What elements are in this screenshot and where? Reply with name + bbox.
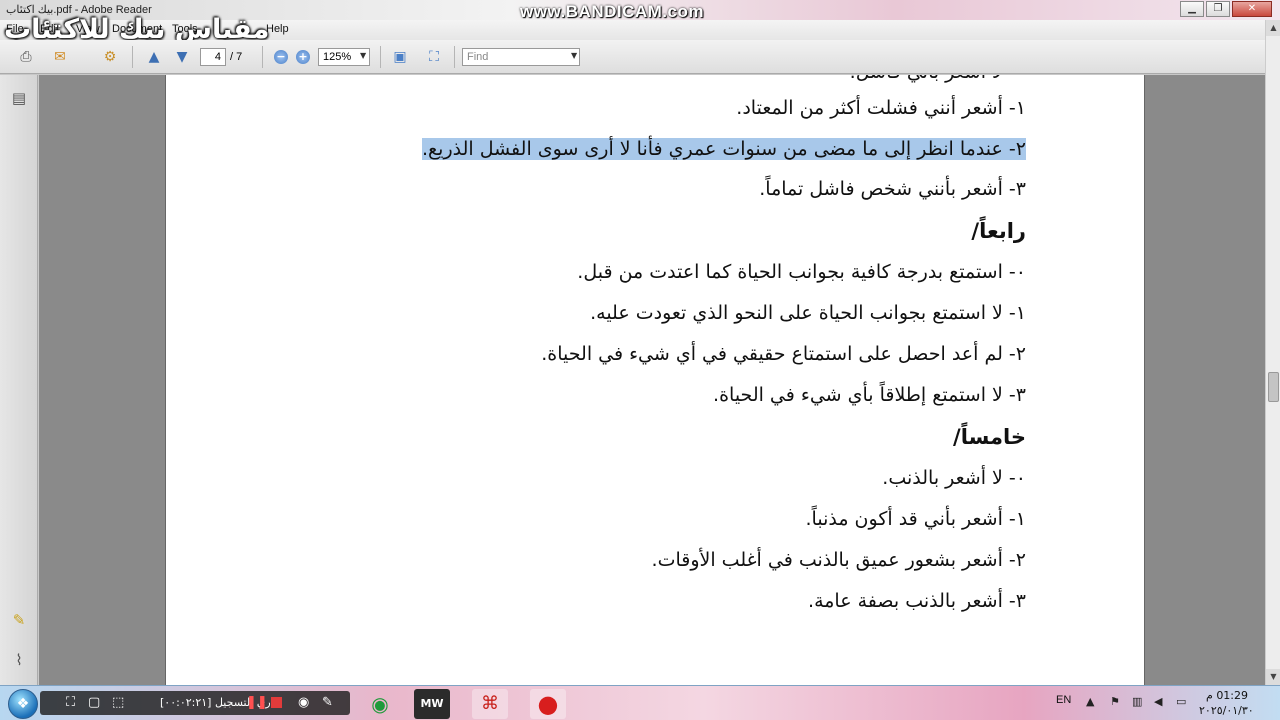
clock-time[interactable]: 01:29 م: [1206, 689, 1248, 702]
network-icon[interactable]: ▥: [1132, 695, 1142, 708]
pen-icon[interactable]: ✎: [322, 695, 333, 710]
list-item: ٣- لا استمتع إطلاقاً بأي شيء في الحياة.: [713, 384, 1026, 406]
custom-region-icon[interactable]: ⬚: [112, 695, 124, 710]
selected-text: ٢- عندما انظر إلى ما مضى من سنوات عمري ف…: [422, 138, 1026, 160]
find-input[interactable]: Find: [462, 48, 580, 66]
stop-icon[interactable]: [271, 697, 282, 708]
page-number-input[interactable]: 4: [200, 48, 226, 66]
print-icon[interactable]: ⎙: [16, 47, 36, 67]
highlighted-line: ٢- عندما انظر إلى ما مضى من سنوات عمري ف…: [422, 138, 1026, 160]
adobe-reader-icon[interactable]: ⌘: [472, 689, 508, 719]
next-page-icon[interactable]: ▼: [172, 47, 192, 67]
document-area[interactable]: ٠- لا أشعر بأني فاشل. ١- أشعر أنني فشلت …: [39, 75, 1265, 685]
comments-icon[interactable]: ✎: [10, 611, 28, 629]
page-total: / 7: [230, 51, 243, 63]
window-controls: ▁ ❐ ✕: [1180, 1, 1272, 17]
list-item: ٠- لا أشعر بأني فاشل.: [850, 75, 1026, 83]
section-heading: رابعاً/: [971, 219, 1026, 243]
tray-expand-icon[interactable]: ▲: [1086, 695, 1094, 708]
scroll-thumb[interactable]: [1268, 372, 1279, 402]
list-item: ٠- لا أشعر بالذنب.: [882, 467, 1026, 489]
flag-icon[interactable]: ⚑: [1110, 695, 1120, 708]
maximize-button[interactable]: ❐: [1206, 1, 1230, 17]
start-button[interactable]: ❖: [8, 689, 38, 719]
toolbar-separator: [380, 46, 381, 68]
list-item: ٠- استمتع بدرجة كافية بجوانب الحياة كما …: [577, 261, 1026, 283]
close-button[interactable]: ✕: [1232, 1, 1272, 17]
list-item: ٢- أشعر بشعور عميق بالذنب في أغلب الأوقا…: [651, 549, 1026, 571]
window-region-icon[interactable]: ▢: [88, 695, 100, 710]
clock-date[interactable]: ٢٠٢٥/٠١/٣٠: [1199, 704, 1254, 717]
full-screen-icon[interactable]: ⛶: [424, 47, 444, 67]
toolbar-separator: [262, 46, 263, 68]
mw-app-icon[interactable]: MW: [414, 689, 450, 719]
taskbar: ❖ ⛶ ▢ ⬚ جاري التسجيل [٠٠:٠٢:٢١] ❚❚ ◉ ✎ ◉…: [0, 685, 1280, 720]
fit-page-icon[interactable]: ▣: [390, 47, 410, 67]
recording-toolbar: ⛶ ▢ ⬚ جاري التسجيل [٠٠:٠٢:٢١] ❚❚ ◉ ✎: [40, 691, 350, 715]
list-item: ٣- أشعر بالذنب بصفة عامة.: [808, 590, 1026, 612]
pages-icon[interactable]: ▤: [10, 89, 28, 107]
scroll-up-icon[interactable]: ▲: [1266, 20, 1280, 36]
list-item: ٣- أشعر بأنني شخص فاشل تماماً.: [759, 178, 1026, 200]
camera-icon[interactable]: ◉: [298, 695, 309, 710]
chevron-down-icon[interactable]: ▼: [360, 51, 366, 60]
list-item: ٢- لم أعد احصل على استمتاع حقيقي في أي ش…: [541, 343, 1026, 365]
previous-page-icon[interactable]: ▲: [144, 47, 164, 67]
vertical-scrollbar[interactable]: ▲ ▼: [1265, 20, 1280, 685]
bandicam-watermark: www.BANDICAM.com: [520, 2, 704, 21]
pdf-page: ٠- لا أشعر بأني فاشل. ١- أشعر أنني فشلت …: [165, 75, 1145, 685]
toolbar-separator: [454, 46, 455, 68]
list-item: ١- لا استمتع بجوانب الحياة على النحو الذ…: [590, 302, 1026, 324]
language-indicator[interactable]: EN: [1056, 694, 1071, 706]
pause-icon[interactable]: ❚❚: [246, 695, 268, 710]
minimize-button[interactable]: ▁: [1180, 1, 1204, 17]
toolbar-separator: [132, 46, 133, 68]
share-icon[interactable]: ✉: [50, 47, 70, 67]
zoom-out-icon[interactable]: −: [274, 50, 288, 64]
fullscreen-region-icon[interactable]: ⛶: [66, 695, 75, 710]
navigation-pane: ▤ ✎ ⌇: [0, 75, 38, 685]
scroll-down-icon[interactable]: ▼: [1266, 669, 1280, 685]
collaborate-icon[interactable]: ⚙: [100, 47, 120, 67]
list-item: ١- أشعر أنني فشلت أكثر من المعتاد.: [736, 97, 1026, 119]
volume-icon[interactable]: ◀: [1154, 695, 1162, 708]
section-heading: خامساً/: [953, 425, 1026, 449]
zoom-in-icon[interactable]: +: [296, 50, 310, 64]
attachments-icon[interactable]: ⌇: [10, 651, 28, 669]
list-item: ١- أشعر بأني قد أكون مذنباً.: [805, 508, 1026, 530]
menu-help[interactable]: Help: [266, 23, 289, 35]
battery-icon[interactable]: ▭: [1176, 695, 1186, 708]
chevron-down-icon[interactable]: ▼: [571, 51, 577, 60]
chrome-icon[interactable]: ◉: [362, 689, 398, 719]
bandicam-icon[interactable]: ●: [530, 689, 566, 719]
toolbar: ⎙ ✉ ⚙ ▲ ▼ 4 / 7 − + 125% ▼ ▣ ⛶ Find ▼: [0, 40, 1280, 74]
